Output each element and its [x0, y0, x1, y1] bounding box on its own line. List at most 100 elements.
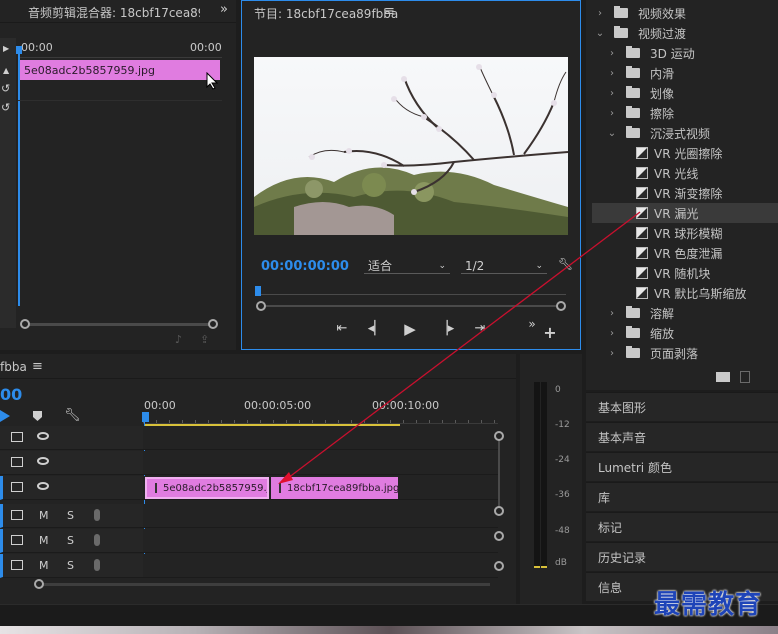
effects-tree-item[interactable]: › 3D 运动	[592, 43, 778, 63]
chevron-right-icon[interactable]: ›	[606, 108, 618, 119]
track-output-icon[interactable]	[11, 510, 23, 520]
mute-button[interactable]: M	[39, 534, 49, 547]
mixer-playhead[interactable]	[18, 46, 20, 306]
mixer-clip[interactable]: 5e08adc2b5857959.jpg	[20, 60, 220, 80]
timeline-menu-icon[interactable]: ≡	[32, 359, 43, 374]
video-track-lane[interactable]	[143, 451, 498, 475]
chevron-right-icon[interactable]: ›	[606, 88, 618, 99]
eye-icon[interactable]	[37, 482, 49, 490]
mute-button[interactable]: M	[39, 509, 49, 522]
effects-tree-item[interactable]: › 缩放	[592, 323, 778, 343]
effects-tree-item[interactable]: VR 随机块	[592, 263, 778, 283]
track-output-icon[interactable]	[11, 432, 23, 442]
wrench-settings-icon[interactable]: 🔧︎	[558, 257, 573, 271]
timeline-vscroll-top-knob[interactable]	[494, 431, 504, 441]
effects-tree-item[interactable]: › 视频效果	[592, 3, 778, 23]
timeline-vscroll-audio-top-knob[interactable]	[494, 531, 504, 541]
timeline-hscroll-left-knob[interactable]	[34, 579, 44, 589]
audio-mixer-title[interactable]: 音频剪辑混合器: 18cbf17cea89	[28, 4, 200, 21]
panel-expand-icon[interactable]: »	[220, 2, 228, 17]
side-panel-tab[interactable]: 历史记录	[586, 542, 778, 571]
timeline-tab-title[interactable]: fbba	[0, 360, 27, 374]
program-timecode[interactable]: 00:00:00:00	[261, 259, 349, 274]
new-folder-icon[interactable]	[716, 372, 730, 382]
side-panel-tab[interactable]: 标记	[586, 512, 778, 541]
chevron-right-icon[interactable]: ›	[606, 348, 618, 359]
mixer-playhead-handle[interactable]	[16, 46, 22, 54]
chevron-right-icon[interactable]: ›	[606, 308, 618, 319]
program-menu-icon[interactable]: ≡	[384, 4, 395, 19]
effects-tree-item[interactable]: VR 默比乌斯缩放	[592, 283, 778, 303]
side-panel-tab[interactable]: 库	[586, 482, 778, 511]
timeline-clip-1[interactable]: 5e08adc2b5857959.jp	[145, 477, 269, 499]
effects-tree-item[interactable]: VR 渐变擦除	[592, 183, 778, 203]
side-panel-tab[interactable]: 基本声音	[586, 422, 778, 451]
effects-tree-item[interactable]: › 擦除	[592, 103, 778, 123]
mixer-scroll-right-knob[interactable]	[208, 319, 218, 329]
marker-icon[interactable]	[33, 411, 42, 421]
effects-tree-item[interactable]: › 划像	[592, 83, 778, 103]
step-forward-icon[interactable]: ▕▸	[436, 321, 456, 336]
snap-icon[interactable]	[0, 410, 10, 422]
audio-track-lane[interactable]	[143, 554, 498, 578]
program-scrubber-playhead[interactable]	[255, 286, 261, 296]
chevron-down-icon[interactable]: ⌄	[594, 28, 606, 39]
play-icon[interactable]: ▶	[400, 320, 420, 338]
solo-button[interactable]: S	[67, 559, 74, 572]
timeline-vscroll-audio-bottom-knob[interactable]	[494, 561, 504, 571]
chevron-right-icon[interactable]: ›	[594, 8, 606, 19]
program-zoom-right-knob[interactable]	[556, 301, 566, 311]
track-output-icon[interactable]	[11, 535, 23, 545]
audio-track-icon[interactable]: ♪	[175, 333, 182, 346]
audio-track-lane[interactable]	[143, 504, 498, 528]
effects-tree-item[interactable]: › 内滑	[592, 63, 778, 83]
collapse-track-icon[interactable]: ▲	[3, 66, 9, 75]
eye-icon[interactable]	[37, 432, 49, 440]
side-panel-tab[interactable]: 基本图形	[586, 392, 778, 421]
program-monitor-title[interactable]: 节目: 18cbf17cea89fbba	[254, 5, 398, 22]
chevron-right-icon[interactable]: ›	[606, 328, 618, 339]
track-output-icon[interactable]	[11, 482, 23, 492]
program-zoom-bar[interactable]	[262, 305, 562, 307]
timeline-ruler[interactable]	[143, 412, 498, 424]
mixer-scroll-left-knob[interactable]	[20, 319, 30, 329]
wrench-settings-icon[interactable]: 🔧︎	[64, 408, 81, 423]
export-icon[interactable]: ⇪	[200, 333, 209, 346]
microphone-icon[interactable]	[94, 559, 100, 571]
solo-button[interactable]: S	[67, 534, 74, 547]
timeline-vscroll[interactable]	[498, 436, 500, 512]
loop-icon[interactable]: ↺	[1, 82, 10, 95]
effects-tree-item[interactable]: › 页面剥落	[592, 343, 778, 363]
effects-tree-item[interactable]: VR 漏光	[592, 203, 778, 223]
effects-tree-item[interactable]: ⌄ 沉浸式视频	[592, 123, 778, 143]
add-button-icon[interactable]: +	[540, 323, 560, 342]
eye-icon[interactable]	[37, 457, 49, 465]
microphone-icon[interactable]	[94, 509, 100, 521]
chevron-right-icon[interactable]: ›	[606, 48, 618, 59]
effects-tree-item[interactable]: VR 光线	[592, 163, 778, 183]
chevron-right-icon[interactable]: ›	[606, 68, 618, 79]
timeline-clip-2[interactable]: 18cbf17cea89fbba.jpg	[271, 477, 398, 499]
timeline-timecode[interactable]: 00	[0, 385, 22, 404]
solo-button[interactable]: S	[67, 509, 74, 522]
effects-tree-item[interactable]: VR 色度泄漏	[592, 243, 778, 263]
video-track-lane[interactable]	[143, 426, 498, 450]
timeline-hscroll[interactable]	[40, 583, 490, 586]
microphone-icon[interactable]	[94, 534, 100, 546]
step-back-icon[interactable]: ◂▏	[366, 321, 386, 336]
fit-dropdown[interactable]: 适合 ⌄	[364, 258, 450, 274]
loop-icon-2[interactable]: ↺	[1, 101, 10, 114]
play-track-icon[interactable]: ▶	[3, 44, 9, 53]
resolution-dropdown[interactable]: 1/2 ⌄	[461, 258, 547, 274]
go-to-in-icon[interactable]: ⇤	[332, 321, 352, 336]
side-panel-tab[interactable]: Lumetri 颜色	[586, 452, 778, 481]
more-controls-icon[interactable]: »	[522, 317, 542, 331]
effects-tree-item[interactable]: › 溶解	[592, 303, 778, 323]
program-scrubber-ruler[interactable]	[256, 287, 566, 295]
track-output-icon[interactable]	[11, 457, 23, 467]
audio-track-lane[interactable]	[143, 529, 498, 553]
mute-button[interactable]: M	[39, 559, 49, 572]
program-zoom-left-knob[interactable]	[256, 301, 266, 311]
mixer-scrollbar[interactable]	[22, 323, 216, 326]
timeline-vscroll-bottom-knob[interactable]	[494, 506, 504, 516]
